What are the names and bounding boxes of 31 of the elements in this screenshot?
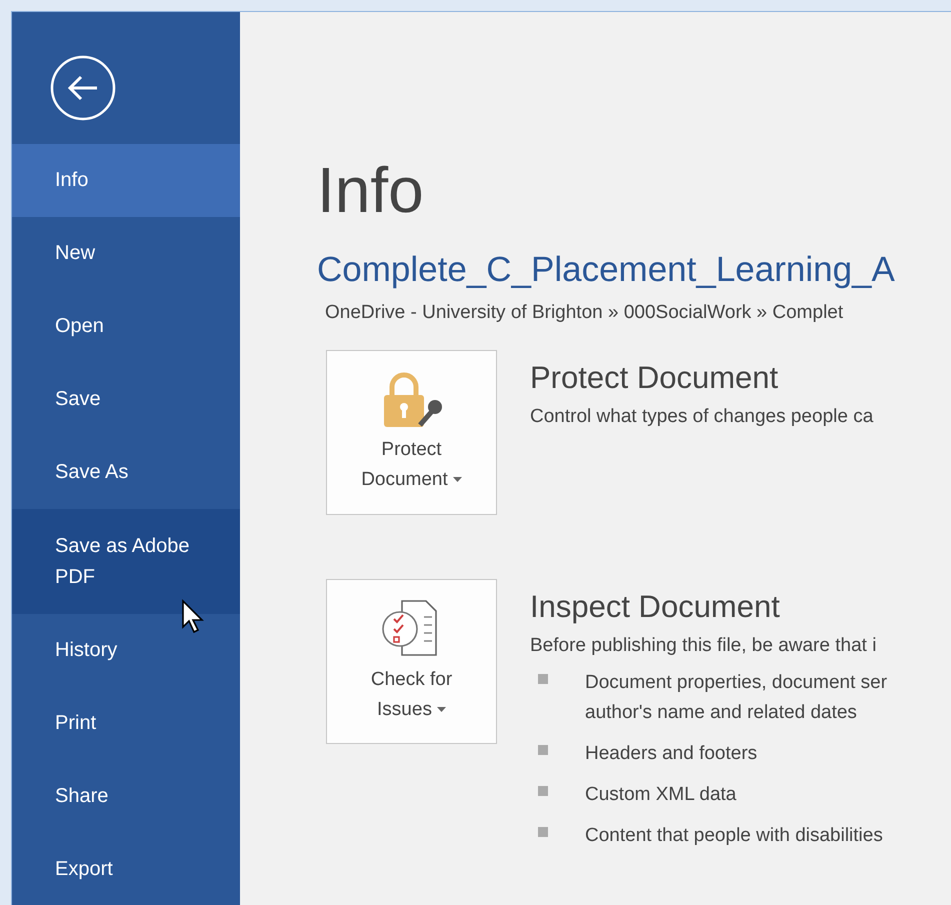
caret-icon [436, 706, 446, 712]
bullet-text: Content that people with disabilities [585, 824, 883, 848]
sidebar-item[interactable]: Info [12, 144, 240, 217]
caret-icon [452, 476, 462, 482]
bullet-text: Headers and footers [585, 742, 758, 766]
page-title: Info [317, 153, 425, 228]
section-description: Control what types of changes people ca [530, 405, 874, 429]
back-button[interactable] [50, 55, 116, 121]
sidebar-item[interactable]: Save As [12, 436, 240, 509]
section-heading: Protect Document [530, 359, 780, 397]
sidebar-item[interactable]: Share [12, 760, 240, 833]
mouse-pointer-icon [181, 599, 205, 635]
document-path: OneDrive - University of Brighton » 000SocialWork » Complet [324, 301, 844, 325]
document-name: Complete_C_Placement_Learning_A [317, 249, 896, 291]
bullet-icon [538, 786, 548, 796]
bullet-icon [538, 827, 548, 837]
bullet-text: Document properties, document ser author's name and related dates [585, 671, 888, 725]
sidebar-item[interactable]: Export [12, 833, 240, 905]
check-for-issues-button[interactable]: Check for Issues [326, 579, 497, 744]
sidebar-item[interactable]: Print [12, 687, 240, 760]
protect-document-button[interactable]: Protect Document [326, 350, 497, 515]
bullet-text: Custom XML data [585, 783, 736, 807]
sidebar-item[interactable]: Save as Adobe PDF [12, 509, 240, 614]
bullet-icon [538, 745, 548, 755]
sidebar-item[interactable]: History [12, 614, 240, 687]
sidebar-item[interactable]: Save [12, 363, 240, 436]
sidebar-item[interactable]: Open [12, 290, 240, 363]
section-description: Before publishing this file, be aware that i [530, 634, 878, 658]
sidebar-item[interactable]: New [12, 217, 240, 290]
bullet-icon [538, 674, 548, 684]
section-heading: Inspect Document [530, 588, 781, 626]
